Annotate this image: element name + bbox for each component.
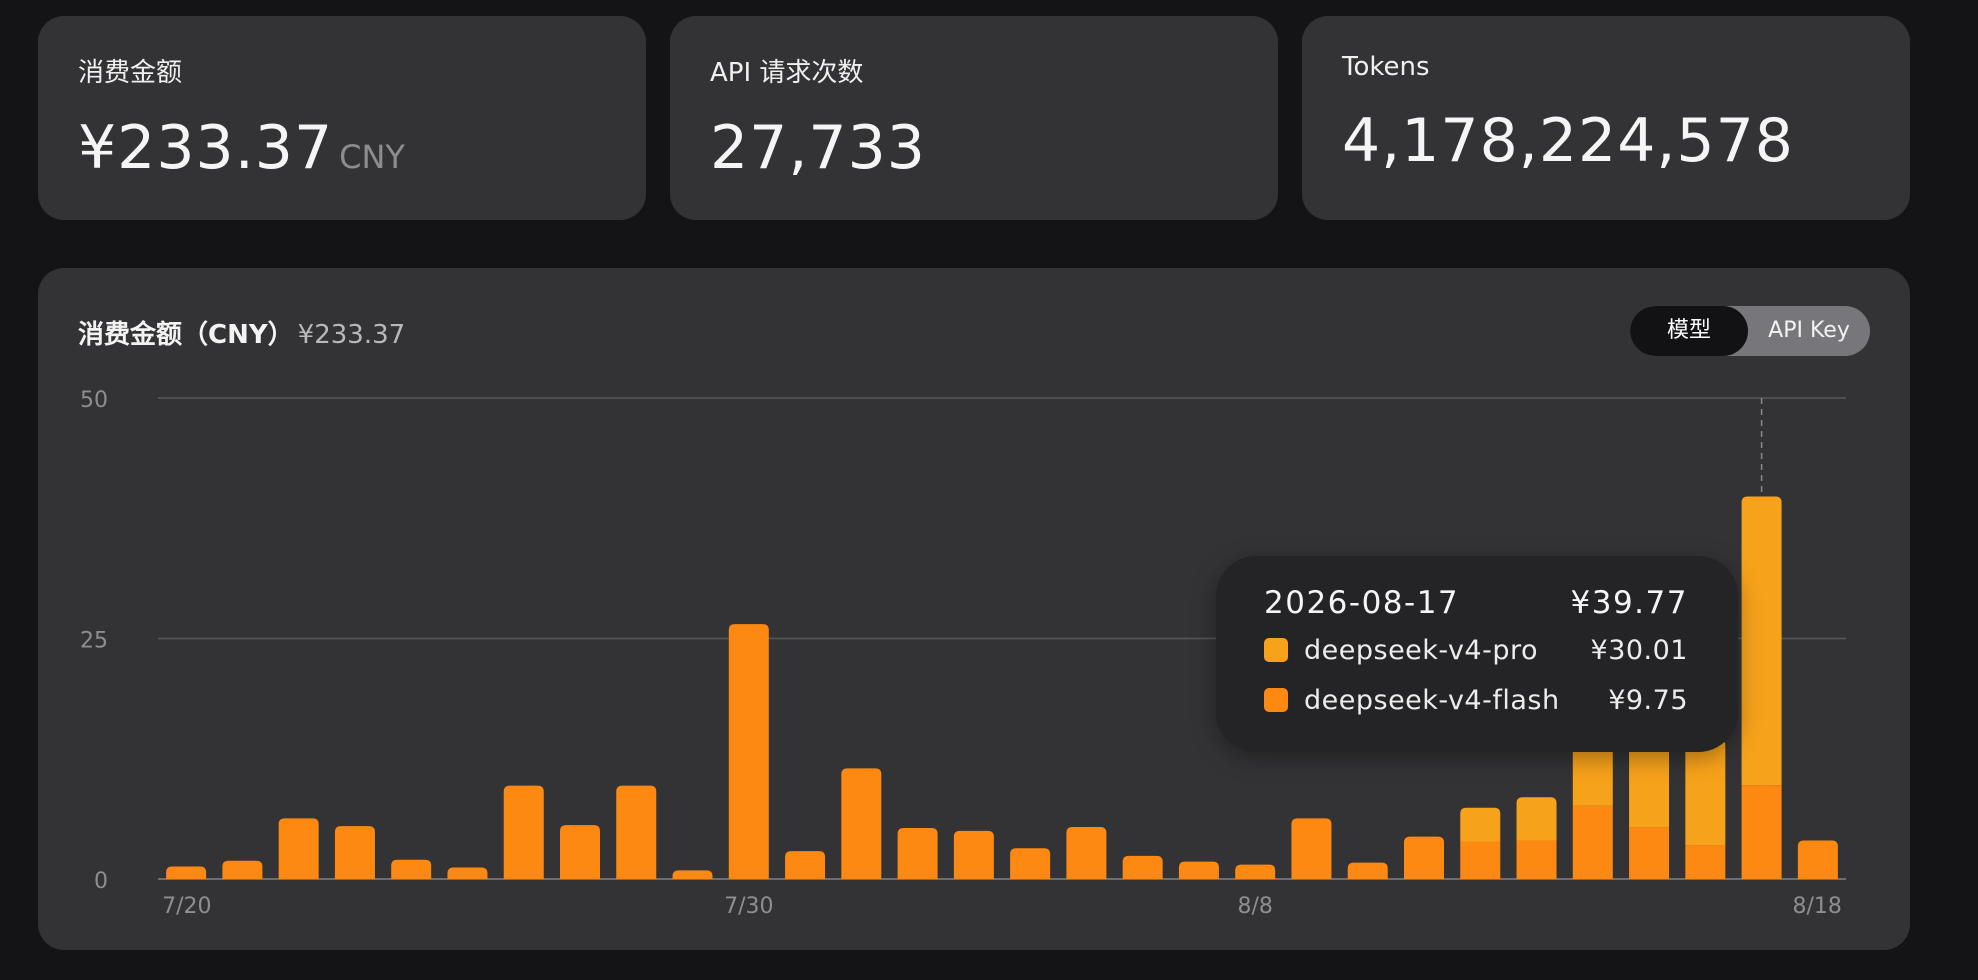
bar-segment-flash <box>1685 845 1726 879</box>
bar-segment-flash <box>785 851 826 879</box>
bar-segment-flash <box>841 768 882 879</box>
bar-segment-flash <box>1741 785 1782 879</box>
bar-segment-flash <box>1797 840 1838 879</box>
bar-segment-flash <box>1629 827 1670 879</box>
y-tick-label: 25 <box>80 629 108 654</box>
legend-swatch-flash <box>1264 688 1288 712</box>
bar-segment-pro <box>1460 807 1501 842</box>
tokens-label: Tokens <box>1342 52 1430 82</box>
requests-value: 27,733 <box>710 113 926 183</box>
bar-segment-flash <box>1572 805 1613 879</box>
bar-segment-flash <box>278 818 319 879</box>
bar-segment-flash <box>447 867 488 879</box>
bar-segment-flash <box>1178 861 1219 879</box>
tooltip-header: 2026-08-17 ¥39.77 <box>1264 582 1688 624</box>
bar-segment-flash <box>1010 848 1051 879</box>
bar-segment-pro <box>1516 797 1557 841</box>
cost-amount: ¥233.37 <box>78 113 334 183</box>
y-tick-label: 0 <box>94 869 108 894</box>
tooltip-item-value: ¥30.01 <box>1590 634 1688 666</box>
bar-segment-flash <box>1460 841 1501 879</box>
x-tick-label: 7/30 <box>724 894 773 919</box>
tooltip-item-value: ¥9.75 <box>1608 684 1688 716</box>
chart-tooltip: 2026-08-17 ¥39.77 deepseek-v4-pro ¥30.01… <box>1216 556 1738 752</box>
cost-unit: CNY <box>339 138 405 176</box>
bar-segment-flash <box>1066 827 1107 879</box>
bar-segment-flash <box>166 866 207 879</box>
bar-segment-flash <box>391 859 432 879</box>
bar-segment-pro <box>1685 739 1726 846</box>
legend-swatch-pro <box>1264 638 1288 662</box>
bar-segment-flash <box>560 825 600 879</box>
tooltip-date: 2026-08-17 <box>1264 585 1460 621</box>
tokens-card: Tokens 4,178,224,578 <box>1302 16 1910 220</box>
requests-label: API 请求次数 <box>710 58 864 88</box>
tooltip-item-name: deepseek-v4-flash <box>1304 684 1560 716</box>
bar-segment-flash <box>222 860 263 879</box>
cost-label: 消费金额 <box>78 58 183 88</box>
tooltip-item-flash: deepseek-v4-flash ¥9.75 <box>1264 676 1688 724</box>
bar-segment-flash <box>728 624 769 879</box>
bar-segment-flash <box>1516 840 1557 879</box>
bar-segment-flash <box>1347 862 1388 879</box>
bar-segment-flash <box>897 828 938 879</box>
cost-card: 消费金额 ¥233.37 CNY <box>38 16 646 220</box>
bar-segment-flash <box>672 870 713 879</box>
bar-segment-flash <box>616 785 657 879</box>
bar-segment-flash <box>953 830 994 879</box>
bar-segment-flash <box>334 826 375 879</box>
spending-chart-panel: 消费金额（CNY） ¥233.37 模型 API Key 0 25 50 7/20 7/3… <box>38 268 1910 950</box>
bar-segment-flash <box>1122 855 1163 879</box>
tooltip-item-pro: deepseek-v4-pro ¥30.01 <box>1264 626 1688 674</box>
tooltip-total: ¥39.77 <box>1570 585 1688 621</box>
x-tick-label: 7/20 <box>162 894 211 919</box>
bar-segment-flash <box>1404 836 1444 879</box>
bar-segment-flash <box>1291 818 1332 879</box>
bar-segment-pro <box>1741 496 1782 786</box>
x-tick-label: 8/8 <box>1237 894 1272 919</box>
tokens-value: 4,178,224,578 <box>1342 106 1794 176</box>
x-tick-label: 8/18 <box>1792 894 1841 919</box>
tooltip-item-name: deepseek-v4-pro <box>1304 634 1539 666</box>
cost-value: ¥233.37 CNY <box>78 113 606 183</box>
requests-card: API 请求次数 27,733 <box>670 16 1278 220</box>
bar-segment-flash <box>1235 864 1276 879</box>
y-tick-label: 50 <box>80 388 108 413</box>
bar-segment-flash <box>503 785 544 879</box>
